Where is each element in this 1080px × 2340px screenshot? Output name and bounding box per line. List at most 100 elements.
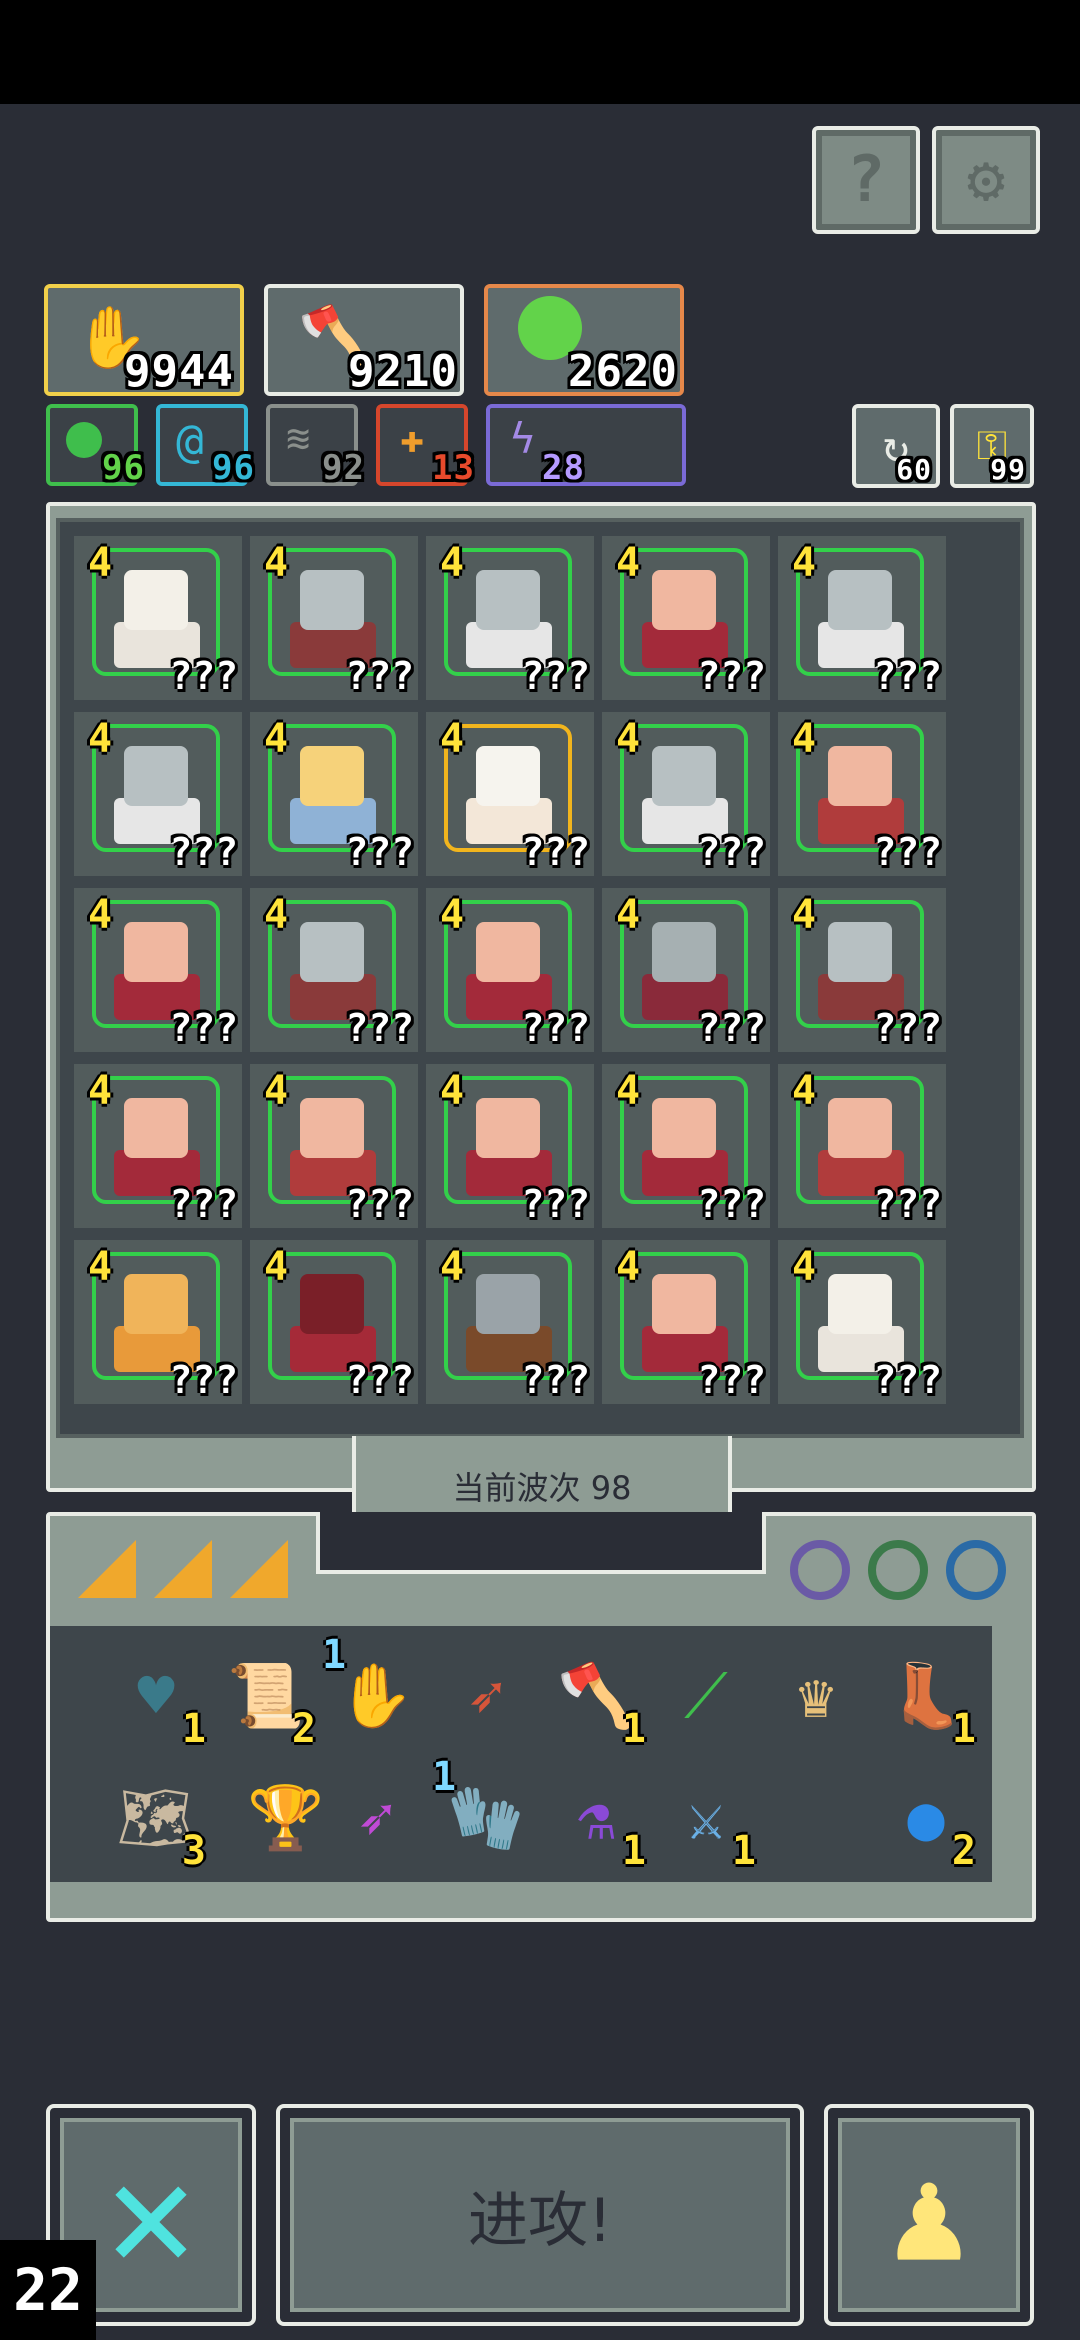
- inventory-item[interactable]: ✋ 1: [322, 1632, 426, 1746]
- hero-head: [476, 1274, 540, 1334]
- wave-counter: 22: [0, 2240, 96, 2340]
- hero-name: ???: [521, 654, 590, 698]
- resource-food: ✋ 9944: [44, 284, 244, 397]
- hero-name: ???: [521, 830, 590, 874]
- hero-cell[interactable]: 4???: [602, 888, 770, 1052]
- inventory-item[interactable]: 🏆: [236, 1768, 336, 1868]
- refresh-button[interactable]: ↻ 60: [852, 404, 940, 488]
- hero-cell[interactable]: 4???: [250, 712, 418, 876]
- hero-cell[interactable]: 4???: [426, 712, 594, 876]
- hero-cell[interactable]: 4???: [426, 888, 594, 1052]
- hero-head: [300, 1274, 364, 1334]
- potion-icon: ⚗: [577, 1781, 615, 1854]
- hero-cell[interactable]: 4???: [602, 712, 770, 876]
- hero-cell[interactable]: 4???: [778, 1064, 946, 1228]
- inventory-item[interactable]: 👢 1: [876, 1646, 976, 1753]
- hero-cell[interactable]: 4???: [778, 536, 946, 700]
- hero-head: [652, 570, 716, 630]
- hero-cell[interactable]: 4???: [778, 712, 946, 876]
- inventory-item[interactable]: ➶: [326, 1768, 426, 1868]
- element-nature: 96: [46, 404, 144, 488]
- hero-head: [124, 570, 188, 630]
- hero-name: ???: [169, 1182, 238, 1226]
- hero-cell[interactable]: 4???: [250, 536, 418, 700]
- attack-button[interactable]: 进攻!: [276, 2104, 804, 2326]
- hero-head: [300, 1098, 364, 1158]
- key-button[interactable]: ⚿ 99: [950, 404, 1034, 488]
- hero-head: [124, 922, 188, 982]
- ring-icon[interactable]: [790, 1540, 850, 1600]
- item-count: 1: [181, 1706, 206, 1752]
- inventory-item[interactable]: ♥ 1: [106, 1646, 206, 1753]
- hero-cell[interactable]: 4???: [250, 1240, 418, 1404]
- hero-name: ???: [521, 1006, 590, 1050]
- hero-head: [124, 1098, 188, 1158]
- element-water-value: 96: [212, 448, 255, 488]
- rank-icon[interactable]: [154, 1540, 212, 1598]
- rank-icon[interactable]: [230, 1540, 288, 1598]
- hero-cell[interactable]: 4???: [74, 712, 242, 876]
- hero-cell[interactable]: 4???: [426, 1240, 594, 1404]
- inventory-item[interactable]: ⟋: [656, 1646, 756, 1746]
- rank-icon[interactable]: [78, 1540, 136, 1598]
- hero-head: [476, 922, 540, 982]
- hero-name: ???: [345, 654, 414, 698]
- ring-icon[interactable]: [868, 1540, 928, 1600]
- hero-head: [476, 1098, 540, 1158]
- hero-cell[interactable]: 4???: [426, 1064, 594, 1228]
- hero-name: ???: [345, 1358, 414, 1402]
- pawn-icon: ♟: [889, 2139, 969, 2291]
- hero-cell[interactable]: 4???: [778, 1240, 946, 1404]
- hero-level: 4: [88, 892, 113, 938]
- hero-level: 4: [792, 892, 817, 938]
- hero-name: ???: [345, 830, 414, 874]
- chalice-icon: 🏆: [247, 1781, 325, 1854]
- hero-head: [828, 922, 892, 982]
- settings-button[interactable]: ⚙: [932, 126, 1040, 234]
- hero-name: ???: [873, 830, 942, 874]
- inventory-item[interactable]: 📜 2: [216, 1646, 316, 1753]
- hero-name: ???: [697, 830, 766, 874]
- hero-cell[interactable]: 4???: [602, 536, 770, 700]
- hero-cell[interactable]: 4???: [250, 1064, 418, 1228]
- inventory-item[interactable]: 🪓 1: [546, 1646, 646, 1753]
- element-nature-value: 96: [102, 448, 145, 488]
- inventory-item[interactable]: 🧤 1: [432, 1754, 536, 1868]
- hero-name: ???: [873, 1006, 942, 1050]
- hero-head: [828, 1098, 892, 1158]
- resource-weapon-value: 9210: [348, 346, 458, 397]
- hero-head: [300, 746, 364, 806]
- hero-cell[interactable]: 4???: [602, 1064, 770, 1228]
- item-count: 2: [291, 1706, 316, 1752]
- hero-cell[interactable]: 4???: [602, 1240, 770, 1404]
- eye-hand-icon: ✋: [337, 1659, 415, 1732]
- hero-cell[interactable]: 4???: [74, 536, 242, 700]
- hero-cell[interactable]: 4???: [778, 888, 946, 1052]
- inventory-item[interactable]: 🗺 3: [106, 1768, 206, 1875]
- hero-level: 4: [264, 1068, 289, 1114]
- hero-head: [476, 570, 540, 630]
- help-button[interactable]: ?: [812, 126, 920, 234]
- hero-head: [828, 1274, 892, 1334]
- hero-cell[interactable]: 4???: [74, 1064, 242, 1228]
- hero-name: ???: [521, 1358, 590, 1402]
- inventory-item[interactable]: ➶: [436, 1646, 536, 1746]
- hero-head: [124, 746, 188, 806]
- pawn-button[interactable]: ♟: [824, 2104, 1034, 2326]
- inventory-item[interactable]: ⚔ 1: [656, 1768, 756, 1875]
- hero-head: [828, 746, 892, 806]
- hero-level: 4: [616, 1068, 641, 1114]
- inventory-item[interactable]: ♛: [766, 1646, 866, 1746]
- hero-name: ???: [169, 1006, 238, 1050]
- inventory-item[interactable]: ● 2: [876, 1768, 976, 1875]
- hero-level: 4: [792, 716, 817, 762]
- hero-name: ???: [873, 654, 942, 698]
- hero-cell[interactable]: 4???: [74, 888, 242, 1052]
- crossbow-icon: ⚔: [687, 1781, 725, 1854]
- inventory-item[interactable]: ⚗ 1: [546, 1768, 646, 1875]
- hero-cell[interactable]: 4???: [426, 536, 594, 700]
- hero-cell[interactable]: 4???: [250, 888, 418, 1052]
- hero-level: 4: [440, 1068, 465, 1114]
- hero-cell[interactable]: 4???: [74, 1240, 242, 1404]
- ring-icon[interactable]: [946, 1540, 1006, 1600]
